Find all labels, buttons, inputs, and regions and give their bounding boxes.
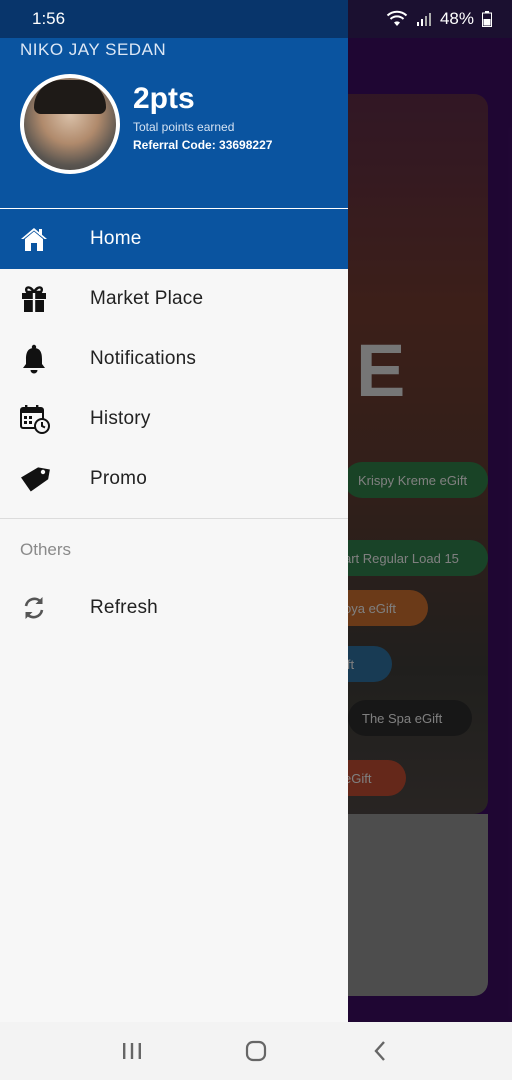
tag-icon [0, 465, 90, 493]
menu-item-promo[interactable]: Promo [0, 449, 348, 509]
home-icon [0, 226, 90, 252]
recents-button[interactable] [102, 1031, 162, 1071]
menu-item-label: History [90, 408, 151, 429]
recents-icon [123, 1043, 141, 1059]
menu-item-notifications[interactable]: Notifications [0, 329, 348, 389]
referral-code: Referral Code: 33698227 [133, 138, 273, 152]
menu-item-label: Promo [90, 468, 147, 489]
points-caption: Total points earned [133, 120, 235, 134]
status-time: 1:56 [32, 9, 66, 28]
points-total: 2pts [133, 82, 195, 115]
refresh-icon [0, 594, 90, 622]
menu-item-label: Home [90, 228, 142, 249]
home-nav-icon [245, 1040, 267, 1062]
battery-percent: 48% [439, 9, 474, 28]
battery-icon [482, 11, 492, 27]
navigation-drawer: NIKO JAY SEDAN 2pts Total points earned … [0, 38, 348, 1022]
menu-item-label: Notifications [90, 348, 197, 369]
avatar-photo [24, 78, 116, 170]
menu-item-label: Market Place [90, 288, 204, 309]
menu-item-history[interactable]: History [0, 389, 348, 449]
menu-item-label: Refresh [90, 597, 158, 618]
calendar-clock-icon [0, 404, 90, 434]
gift-icon [0, 285, 90, 313]
menu-item-market-place[interactable]: Market Place [0, 269, 348, 329]
drawer-header: NIKO JAY SEDAN 2pts Total points earned … [0, 38, 348, 208]
avatar[interactable] [20, 74, 120, 174]
system-nav-bar [0, 1022, 512, 1080]
signal-icon [416, 13, 431, 26]
user-name: NIKO JAY SEDAN [20, 40, 167, 59]
drawer-menu: Home Market Place Notifications History … [0, 209, 348, 509]
bell-icon [0, 344, 90, 374]
back-button[interactable] [350, 1031, 410, 1071]
status-bar: 1:56 48% [0, 0, 512, 38]
status-icons: 48% [386, 9, 492, 29]
menu-item-refresh[interactable]: Refresh [0, 578, 348, 638]
home-button[interactable] [226, 1031, 286, 1071]
wifi-icon [386, 10, 408, 26]
menu-item-home[interactable]: Home [0, 209, 348, 269]
back-icon [374, 1041, 385, 1061]
section-label-others: Others [20, 540, 72, 559]
menu-divider [0, 518, 348, 519]
